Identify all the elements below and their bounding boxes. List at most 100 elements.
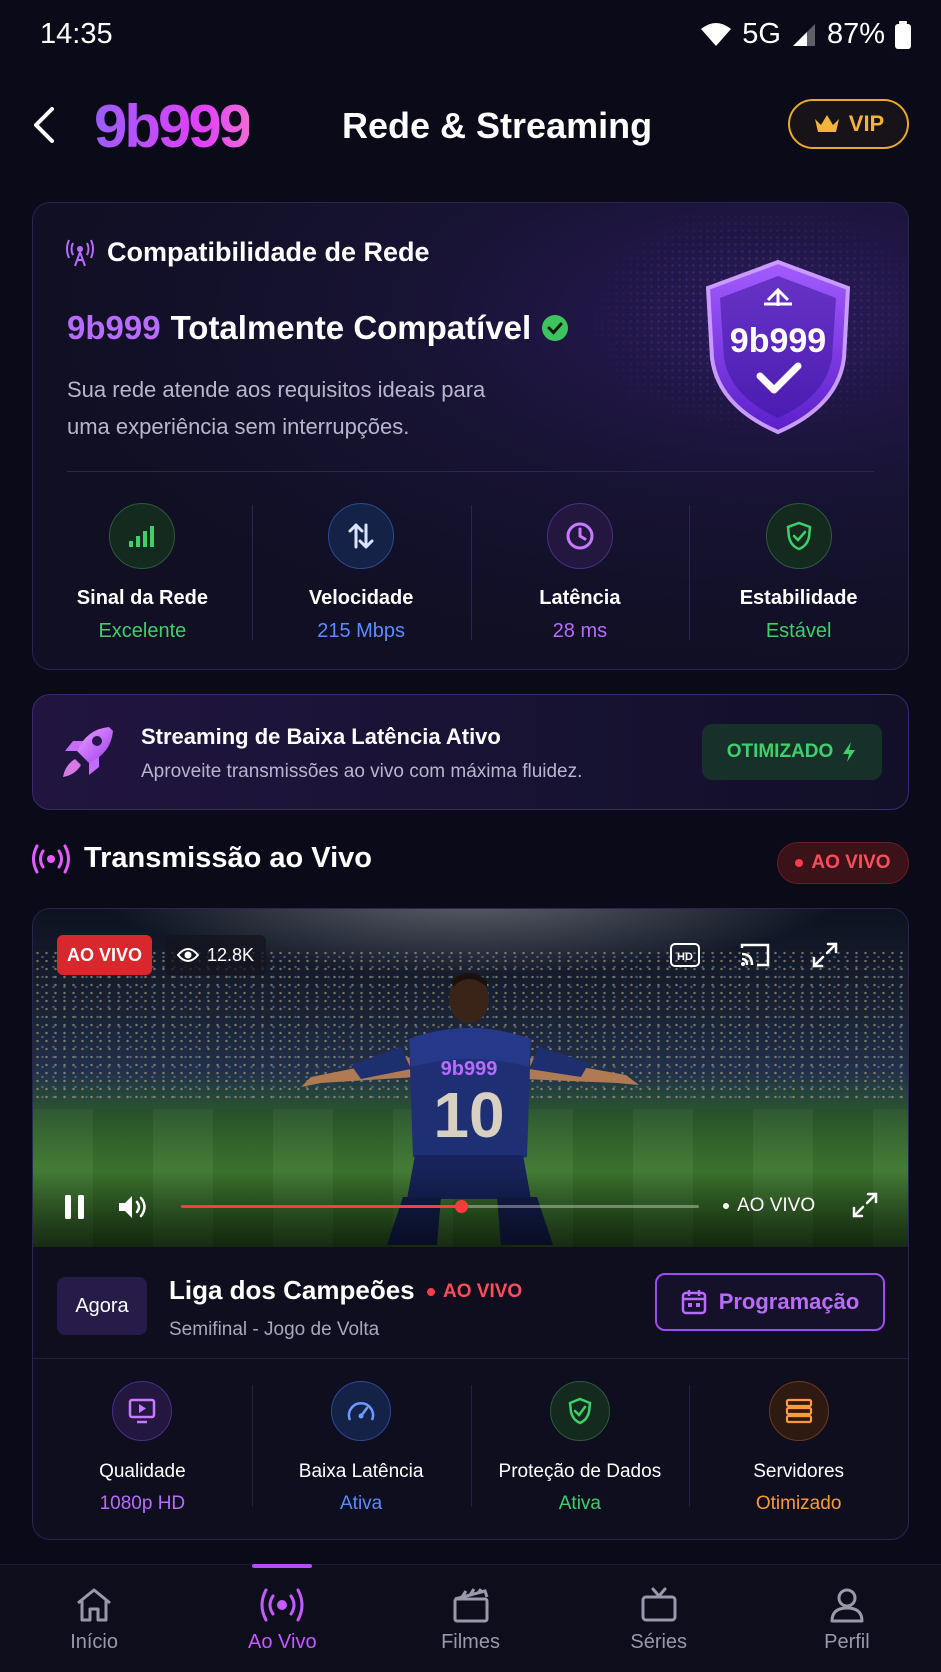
broadcast-icon	[260, 1588, 304, 1622]
optimized-label: OTIMIZADO	[726, 741, 834, 762]
antenna-icon	[66, 239, 94, 266]
viewer-count-value: 12.8K	[207, 944, 255, 965]
nav-label: Filmes	[441, 1631, 500, 1653]
svg-text:HD: HD	[677, 951, 693, 963]
cast-button[interactable]	[733, 933, 777, 977]
feature-value: 1080p HD	[99, 1493, 186, 1514]
metric-label: Sinal da Rede	[76, 587, 208, 609]
nav-home[interactable]: Início	[0, 1565, 188, 1672]
schedule-button-label: Programação	[718, 1289, 860, 1314]
live-indicator-label: AO VIVO	[737, 1195, 816, 1216]
nav-label: Perfil	[824, 1631, 870, 1653]
viewer-count: 12.8K	[165, 935, 267, 975]
clock-icon	[546, 503, 613, 569]
video-progress-bar[interactable]	[181, 1200, 699, 1213]
home-icon	[77, 1588, 112, 1622]
nav-series[interactable]: Séries	[565, 1565, 753, 1672]
nav-live[interactable]: Ao Vivo	[188, 1564, 376, 1672]
feature-low-latency: Baixa Latência Ativa	[251, 1359, 471, 1539]
status-time: 14:35	[40, 18, 113, 50]
metric-label: Estabilidade	[739, 587, 858, 609]
expand-icon	[812, 942, 838, 968]
metric-signal: Sinal da Rede Excelente	[33, 483, 252, 643]
battery-icon	[895, 20, 911, 49]
progress-fill	[181, 1205, 461, 1208]
jersey-brand: 9b999	[441, 1058, 498, 1080]
feature-label: Proteção de Dados	[498, 1461, 662, 1482]
shield-check-icon	[765, 503, 832, 569]
banner-title: Streaming de Baixa Latência Ativo	[141, 724, 501, 749]
compat-description: Sua rede atende aos requisitos ideais pa…	[67, 377, 486, 439]
stream-features: Qualidade 1080p HD Baixa Latência Ativa …	[33, 1359, 908, 1539]
live-pill-label: AO VIVO	[811, 852, 891, 873]
video-live-badge: AO VIVO	[57, 935, 153, 975]
feature-value: Ativa	[340, 1493, 383, 1514]
compat-status: Totalmente Compatível	[170, 309, 532, 346]
feature-label: Servidores	[753, 1461, 845, 1482]
nav-label: Início	[70, 1631, 118, 1653]
hd-toggle[interactable]: HD	[663, 933, 707, 977]
banner-subtitle: Aproveite transmissões ao vivo com máxim…	[141, 761, 583, 782]
chevron-left-icon	[34, 107, 54, 143]
monitor-play-icon	[112, 1381, 173, 1441]
back-button[interactable]	[28, 105, 62, 145]
metric-value: 215 Mbps	[317, 620, 406, 642]
now-playing-row: Agora Liga dos Campeões AO VIVO Semifina…	[33, 1247, 908, 1359]
jersey-number: 10	[433, 1079, 504, 1151]
metric-label: Latência	[539, 587, 621, 609]
broadcast-icon	[32, 844, 70, 873]
network-type: 5G	[742, 18, 781, 50]
feature-data-protection: Proteção de Dados Ativa	[470, 1359, 690, 1539]
metric-value: Estável	[765, 620, 832, 642]
transfer-arrows-icon	[328, 503, 395, 569]
app-logo[interactable]: 9b999	[94, 92, 252, 161]
metric-label: Velocidade	[308, 587, 414, 609]
server-icon	[768, 1381, 829, 1441]
lightning-icon	[843, 742, 856, 762]
feature-value: Ativa	[558, 1493, 601, 1514]
fullscreen-button[interactable]	[851, 1191, 879, 1224]
fullscreen-top-button[interactable]	[803, 933, 847, 977]
divider	[67, 471, 874, 472]
nav-movies[interactable]: Filmes	[376, 1565, 564, 1672]
live-stream-card: 9b999 10 AO VIVO 12.8K HD AO VIVO Agora …	[32, 908, 909, 1540]
compat-brand: 9b999	[67, 309, 161, 346]
network-compatibility-card: Compatibilidade de Rede 9b999 Totalmente…	[32, 202, 909, 670]
page-title: Rede & Streaming	[342, 105, 653, 146]
shield-check-icon	[549, 1381, 610, 1441]
metric-value: 28 ms	[552, 620, 608, 642]
feature-servers: Servidores Otimizado	[689, 1359, 908, 1539]
nav-label: Séries	[630, 1631, 688, 1653]
metric-stability: Estabilidade Estável	[689, 483, 908, 643]
crown-icon	[814, 115, 839, 132]
feature-label: Qualidade	[99, 1461, 186, 1482]
network-metrics: Sinal da Rede Excelente Velocidade 215 M…	[33, 483, 908, 643]
cast-icon	[740, 943, 770, 967]
nav-profile[interactable]: Perfil	[753, 1565, 941, 1672]
pause-button[interactable]	[63, 1193, 87, 1226]
live-indicator: AO VIVO	[723, 1195, 815, 1217]
schedule-button[interactable]: Programação	[655, 1273, 885, 1331]
vip-button[interactable]: VIP	[788, 99, 909, 149]
bottom-navigation: Início Ao Vivo Filmes Séries Perfil	[0, 1564, 941, 1672]
hd-icon: HD	[670, 943, 700, 967]
expand-icon	[852, 1192, 878, 1218]
signal-bars-icon	[109, 503, 176, 569]
status-bar: 14:35 5G 87%	[0, 0, 941, 70]
match-subtitle: Semifinal - Jogo de Volta	[169, 1319, 380, 1340]
clapperboard-icon	[453, 1588, 488, 1623]
live-section-header: Transmissão ao Vivo	[32, 842, 372, 875]
progress-handle[interactable]	[454, 1200, 468, 1213]
compat-headline: 9b999 Totalmente Compatível	[67, 309, 569, 347]
volume-icon	[119, 1196, 146, 1218]
card-title: Compatibilidade de Rede	[107, 237, 430, 267]
volume-button[interactable]	[117, 1193, 149, 1226]
shield-badge-icon: 9b999	[698, 258, 858, 436]
live-status-pill: AO VIVO	[777, 842, 909, 884]
live-dot-icon	[723, 1203, 729, 1209]
calendar-icon	[681, 1290, 706, 1315]
user-icon	[830, 1588, 864, 1623]
video-player[interactable]: 9b999 10 AO VIVO 12.8K HD AO VIVO	[33, 909, 908, 1247]
live-dot-icon	[795, 859, 804, 867]
optimized-badge: OTIMIZADO	[702, 724, 882, 780]
